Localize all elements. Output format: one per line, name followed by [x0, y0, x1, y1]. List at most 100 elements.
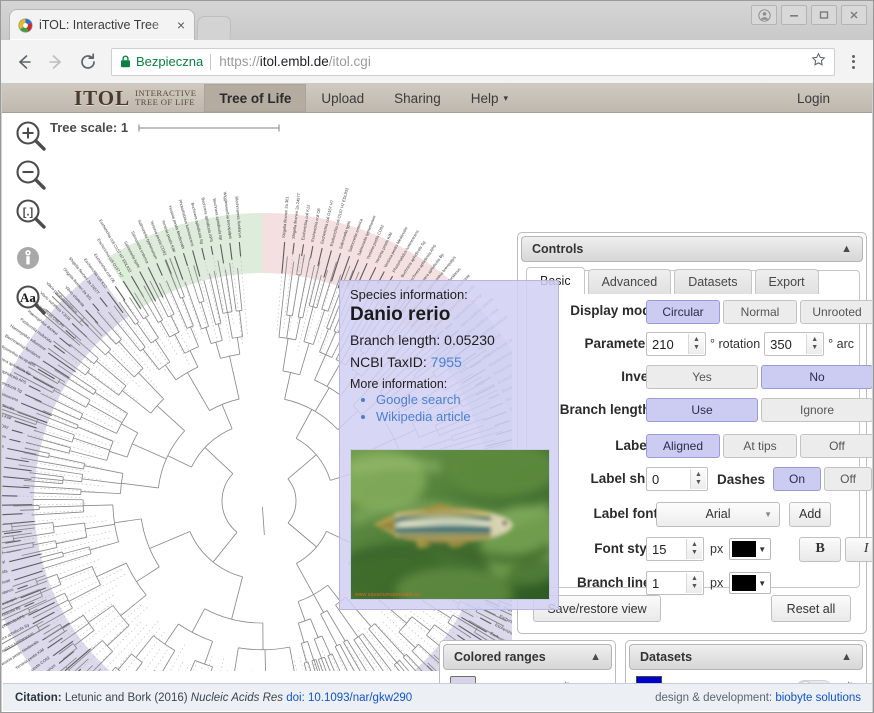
itol-logo[interactable]: ITOL Interactive Tree of Life — [2, 84, 204, 112]
svg-text:Aa: Aa — [20, 290, 36, 305]
new-tab-button[interactable] — [197, 16, 232, 40]
datasets-header[interactable]: Datasets ▲ — [629, 644, 863, 670]
chevron-up-icon[interactable]: ▲ — [841, 651, 852, 663]
rotation-stepper[interactable]: ▲▼ — [646, 332, 706, 356]
rotation-spinner-arrows[interactable]: ▲▼ — [688, 334, 704, 354]
svg-text:[.]: [.] — [23, 207, 34, 219]
font-size-spinner-arrows[interactable]: ▲▼ — [686, 539, 702, 559]
profile-icon[interactable] — [751, 5, 777, 25]
arc-spinner-arrows[interactable]: ▲▼ — [806, 334, 822, 354]
itol-page: ITOL Interactive Tree of Life Tree of Li… — [2, 84, 872, 712]
btn-label: Normal — [741, 305, 780, 319]
branch-lengths-ignore[interactable]: Ignore — [761, 398, 872, 422]
branch-width-spinner-arrows[interactable]: ▲▼ — [686, 573, 702, 593]
maximize-icon[interactable] — [811, 5, 837, 25]
tooltip-branch-length: Branch length: 0.05230 — [350, 332, 548, 348]
tooltip-heading: Species information: — [350, 287, 548, 302]
arc-stepper[interactable]: ▲▼ — [764, 332, 824, 356]
btn-label: Use — [691, 403, 712, 417]
footer-citation: Citation: Letunic and Bork (2016) Nuclei… — [3, 683, 872, 711]
branch-color-swatch — [732, 575, 756, 591]
tab-advanced[interactable]: Advanced — [588, 269, 672, 294]
browser-tab[interactable]: iTOL: Interactive Tree × — [9, 9, 195, 40]
font-size-icon[interactable]: Aa — [12, 281, 50, 319]
display-mode-unrooted[interactable]: Unrooted — [800, 300, 872, 324]
range-color-swatch[interactable] — [450, 676, 476, 684]
nav-item-login[interactable]: Login — [797, 84, 872, 112]
itol-logo-subtitle: Interactive Tree of Life — [135, 89, 196, 107]
labels-aligned[interactable]: Aligned — [646, 434, 720, 458]
forward-arrow-icon[interactable] — [41, 47, 71, 77]
zoom-in-icon[interactable] — [12, 117, 50, 155]
chevron-down-icon: ▼ — [758, 545, 766, 554]
reload-icon[interactable] — [73, 47, 103, 77]
btn-label: Reset all — [787, 602, 836, 616]
branch-width-stepper[interactable]: ▲▼ — [646, 571, 704, 595]
citation-text: Letunic and Bork (2016) — [62, 692, 191, 704]
dashes-on[interactable]: On — [773, 467, 821, 491]
minimize-icon[interactable] — [781, 5, 807, 25]
reset-all-button[interactable]: Reset all — [771, 595, 851, 622]
range-item-bacteria[interactable]: Bacteria — [450, 675, 573, 683]
btn-label: Save/restore view — [547, 602, 646, 616]
display-mode-circular[interactable]: Circular — [646, 300, 720, 324]
rotation-unit: ° rotation — [710, 337, 760, 351]
biobyte-link[interactable]: biobyte solutions — [775, 692, 861, 704]
chevron-up-icon[interactable]: ▲ — [841, 243, 852, 255]
close-icon[interactable] — [841, 5, 867, 25]
bold-button[interactable]: B — [799, 537, 841, 562]
chevron-up-icon[interactable]: ▲ — [590, 651, 601, 663]
branch-lengths-use[interactable]: Use — [646, 398, 758, 422]
italic-button[interactable]: I — [845, 537, 872, 562]
btn-label: Ignore — [800, 403, 834, 417]
controls-tabs: Basic Advanced Datasets Export — [526, 268, 860, 294]
window-controls — [751, 5, 867, 25]
tab-close-icon[interactable]: × — [174, 17, 188, 33]
list-item[interactable]: Google search — [376, 392, 548, 407]
citation-doi-link[interactable]: doi: 10.1093/nar/gkw290 — [286, 692, 412, 704]
tree-canvas[interactable]: Shigella flexneri 2a 301Shigella flexner… — [2, 113, 872, 683]
nav-item-help[interactable]: Help▾ — [456, 84, 523, 112]
nav-item-upload[interactable]: Upload — [306, 84, 379, 112]
zoom-fit-icon[interactable]: [.] — [12, 195, 50, 233]
dataset-item-genome-size[interactable]: Genome size — [636, 675, 858, 683]
tab-export[interactable]: Export — [755, 269, 819, 294]
label-shift-spinner-arrows[interactable]: ▲▼ — [690, 469, 706, 489]
back-arrow-icon[interactable] — [9, 47, 39, 77]
btn-label: At tips — [743, 439, 776, 453]
star-icon[interactable] — [811, 52, 826, 71]
label-shift-stepper[interactable]: ▲▼ — [646, 467, 708, 491]
species-info-tooltip[interactable]: Species information: Danio rerio Branch … — [339, 280, 559, 610]
tab-datasets[interactable]: Datasets — [674, 269, 751, 294]
display-mode-group: Circular Normal Unrooted — [646, 299, 872, 325]
address-bar[interactable]: Bezpieczna https://itol.embl.de/itol.cgi — [111, 48, 835, 76]
tooltip-taxid: NCBI TaxID: 7955 — [350, 354, 548, 370]
add-font-button[interactable]: Add — [789, 502, 831, 527]
zoom-out-icon[interactable] — [12, 156, 50, 194]
font-color-picker[interactable]: ▼ — [729, 538, 771, 560]
overflow-menu-icon[interactable] — [841, 55, 865, 69]
controls-panel-header[interactable]: Controls ▲ — [521, 236, 863, 262]
tree-toolbar: [.] Aa — [12, 117, 52, 320]
colored-ranges-header[interactable]: Colored ranges ▲ — [443, 644, 612, 670]
labels-off[interactable]: Off — [800, 434, 872, 458]
labels-at-tips[interactable]: At tips — [723, 434, 797, 458]
invert-yes[interactable]: Yes — [646, 365, 758, 389]
display-mode-normal[interactable]: Normal — [723, 300, 797, 324]
address-separator — [210, 54, 211, 70]
info-icon[interactable] — [12, 242, 50, 280]
taxid-link[interactable]: 7955 — [431, 354, 462, 370]
google-search-link[interactable]: Google search — [376, 392, 461, 407]
list-item[interactable]: Wikipedia article — [376, 409, 548, 424]
nav-item-tree-of-life[interactable]: Tree of Life — [204, 84, 306, 112]
font-size-stepper[interactable]: ▲▼ — [646, 537, 704, 561]
dataset-color-swatch[interactable] — [636, 676, 662, 684]
branch-color-picker[interactable]: ▼ — [729, 572, 771, 594]
label-font-select[interactable]: Arial ▼ — [656, 502, 780, 527]
wikipedia-article-link[interactable]: Wikipedia article — [376, 409, 471, 424]
taxid-label: NCBI TaxID: — [350, 354, 431, 370]
nav-item-sharing[interactable]: Sharing — [379, 84, 456, 112]
invert-no[interactable]: No — [761, 365, 872, 389]
dashes-off[interactable]: Off — [824, 467, 872, 491]
parameters-group: ▲▼ ° rotation ▲▼ ° arc — [646, 331, 858, 357]
